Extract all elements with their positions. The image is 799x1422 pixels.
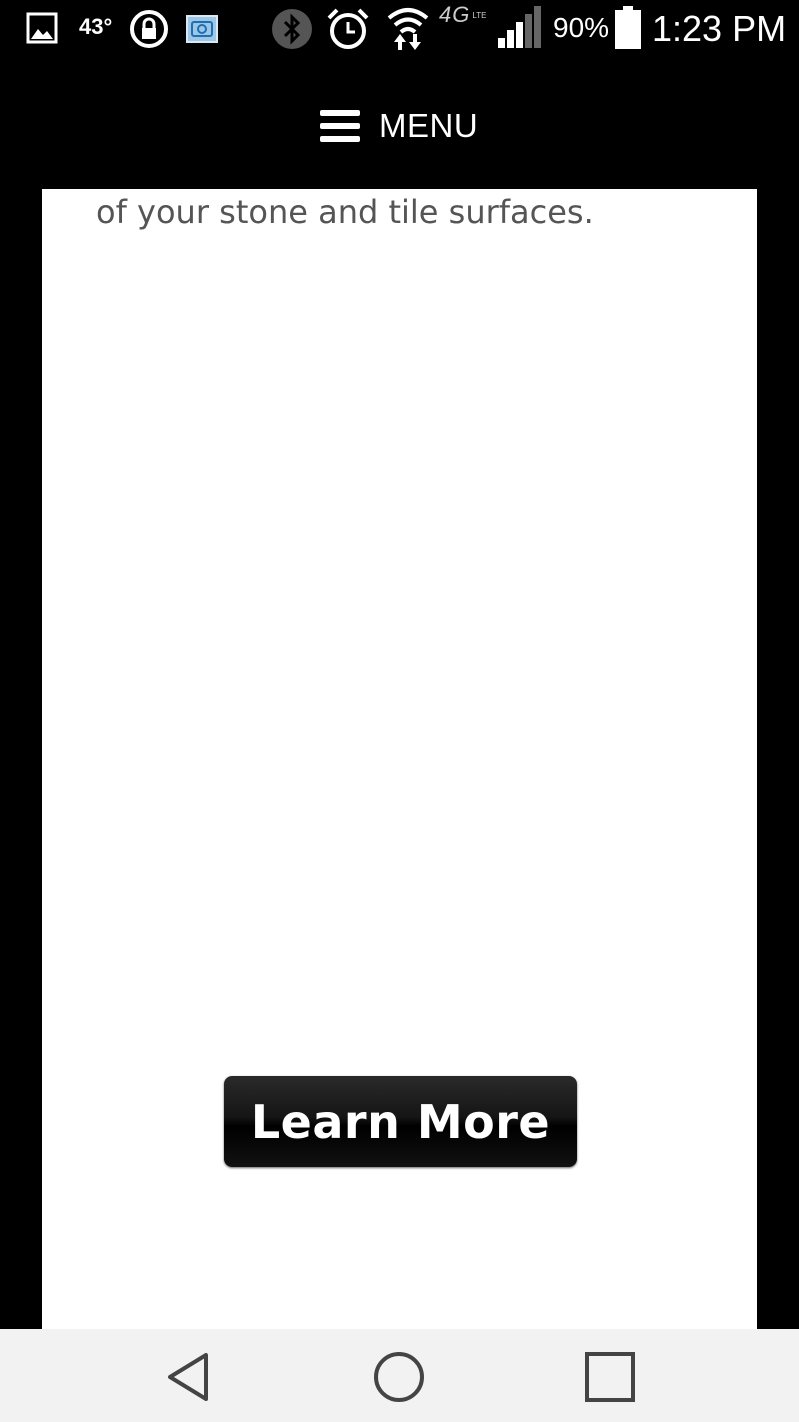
battery-percent-text: 90% [553,12,610,43]
network-sub-text: LTE [472,10,487,20]
bluetooth-icon [271,8,313,50]
menu-button[interactable]: MENU [318,106,478,146]
system-nav-bar [0,1329,799,1422]
back-icon [164,1351,212,1403]
body-text: of your stone and tile surfaces. [96,193,594,231]
clock-text: 1:23 PM [652,8,787,49]
battery-icon [614,6,642,50]
home-icon [372,1350,426,1404]
learn-more-button[interactable]: Learn More [224,1076,577,1167]
status-bar: 43° 4G LTE 90% 1:23 PM [0,0,799,58]
back-button[interactable] [158,1347,218,1407]
menu-label: MENU [379,107,479,144]
recents-button[interactable] [580,1347,640,1407]
wifi-icon [386,4,430,52]
network-type-text: 4G [439,2,471,27]
gallery-icon [26,12,58,44]
temperature-text: 43° [79,14,113,39]
content-panel: of your stone and tile surfaces. Learn M… [42,189,757,1329]
recents-icon [584,1351,636,1403]
hamburger-icon [318,109,362,143]
lock-icon [129,9,169,49]
signal-icon [496,6,544,50]
alarm-icon [325,6,371,52]
home-button[interactable] [369,1347,429,1407]
site-header: MENU [0,58,799,189]
learn-more-label: Learn More [250,1094,551,1149]
camera-icon [185,12,219,44]
